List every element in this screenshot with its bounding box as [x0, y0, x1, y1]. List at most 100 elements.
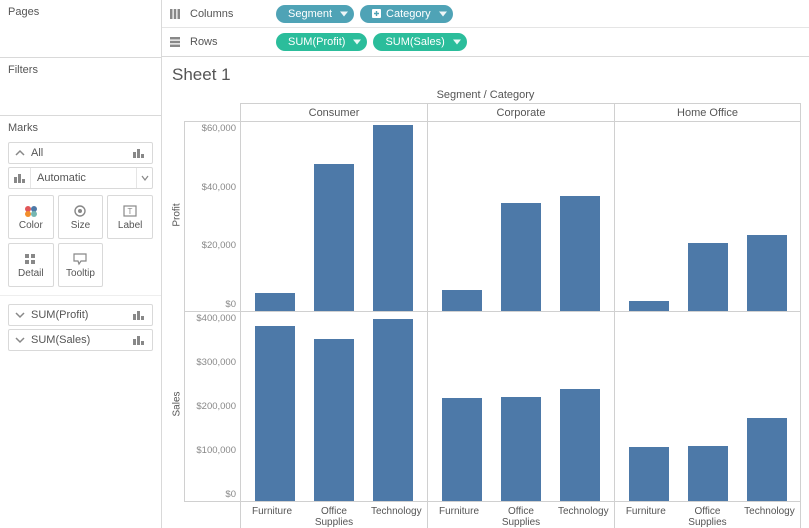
y-axis-titles: Profit Sales	[170, 103, 184, 528]
bar[interactable]	[255, 293, 295, 311]
viz-area: Sheet 1 Segment / Category Profit Sales	[162, 57, 809, 528]
chart-panel[interactable]	[240, 122, 427, 311]
columns-pills: Segment Category	[276, 5, 453, 23]
axis-tick: $20,000	[185, 241, 236, 251]
color-button[interactable]: Color	[8, 195, 54, 239]
marks-all-label: All	[31, 147, 132, 159]
bar[interactable]	[501, 397, 541, 501]
chart-panel[interactable]	[240, 312, 427, 501]
x-group: Furniture Office Supplies Technology	[614, 502, 801, 528]
x-labels: FurnitureOffice SuppliesTechnologyFurnit…	[184, 501, 801, 528]
dropdown-arrow-icon	[136, 168, 152, 188]
bars-icon	[132, 334, 146, 346]
x-group: Furniture Office Supplies Technology	[240, 502, 427, 528]
bars-icon	[9, 168, 31, 188]
chart-panel[interactable]	[614, 122, 801, 311]
marks-all-row[interactable]: All	[8, 142, 153, 164]
bar[interactable]	[314, 164, 354, 311]
main-area: Columns Segment Category	[162, 0, 809, 528]
x-label[interactable]: Office Supplies	[309, 506, 359, 528]
x-label[interactable]: Furniture	[621, 506, 671, 528]
pill-label: SUM(Profit)	[288, 36, 345, 48]
sheet-title[interactable]: Sheet 1	[172, 65, 801, 85]
tooltip-label: Tooltip	[66, 268, 95, 279]
profit-axis: $60,000$40,000$20,000$0	[184, 122, 240, 311]
bar[interactable]	[560, 389, 600, 501]
size-label: Size	[71, 220, 90, 231]
x-label[interactable]: Office Supplies	[496, 506, 546, 528]
bar[interactable]	[442, 398, 482, 501]
pill-category[interactable]: Category	[360, 5, 453, 23]
bar[interactable]	[688, 243, 728, 311]
marks-card: Marks All Automatic	[0, 116, 161, 528]
columns-shelf[interactable]: Columns Segment Category	[162, 0, 809, 28]
bar[interactable]	[747, 235, 787, 311]
x-label[interactable]: Technology	[558, 506, 608, 528]
chevron-down-icon	[15, 335, 25, 345]
bar[interactable]	[373, 125, 413, 311]
columns-icon	[168, 8, 182, 20]
detail-label: Detail	[18, 268, 44, 279]
pill-sum-profit[interactable]: SUM(Profit)	[276, 33, 367, 51]
x-label[interactable]: Furniture	[247, 506, 297, 528]
pill-segment[interactable]: Segment	[276, 5, 354, 23]
bar[interactable]	[629, 301, 669, 312]
x-label[interactable]: Office Supplies	[682, 506, 732, 528]
rows-label: Rows	[190, 36, 268, 48]
x-label[interactable]: Furniture	[434, 506, 484, 528]
measure-label: SUM(Profit)	[31, 309, 132, 321]
dropdown-arrow-icon	[453, 40, 461, 45]
y-axis-sales-label: Sales	[172, 391, 183, 416]
side-panel: Pages Filters Marks All	[0, 0, 162, 528]
bars-icon	[132, 147, 146, 159]
chart-panel[interactable]	[427, 312, 614, 501]
marks-measure-sales[interactable]: SUM(Sales)	[8, 329, 153, 351]
bar[interactable]	[314, 339, 354, 501]
axis-tick: $60,000	[185, 124, 236, 134]
marktype-select[interactable]: Automatic	[8, 167, 153, 189]
pill-label: SUM(Sales)	[385, 36, 444, 48]
pill-sum-sales[interactable]: SUM(Sales)	[373, 33, 466, 51]
sales-axis: $400,000$300,000$200,000$100,000$0	[184, 312, 240, 501]
segment-consumer[interactable]: Consumer	[240, 103, 427, 121]
shelves: Columns Segment Category	[162, 0, 809, 57]
size-button[interactable]: Size	[58, 195, 104, 239]
bar[interactable]	[629, 447, 669, 501]
segment-corporate[interactable]: Corporate	[427, 103, 614, 121]
axis-tick: $0	[185, 300, 236, 310]
bar[interactable]	[747, 418, 787, 501]
segment-header: Consumer Corporate Home Office	[184, 103, 801, 121]
columns-label: Columns	[190, 8, 268, 20]
tooltip-button[interactable]: Tooltip	[58, 243, 104, 287]
segment-home-office[interactable]: Home Office	[614, 103, 801, 121]
filters-card[interactable]: Filters	[0, 58, 161, 116]
chart-panel[interactable]	[427, 122, 614, 311]
chart-panel[interactable]	[614, 312, 801, 501]
rows-shelf[interactable]: Rows SUM(Profit) SUM(Sales)	[162, 28, 809, 56]
bar[interactable]	[688, 446, 728, 501]
x-group: Furniture Office Supplies Technology	[427, 502, 614, 528]
chart-area: Profit Sales Consumer Corporate Home Off…	[170, 103, 801, 528]
marks-measure-profit[interactable]: SUM(Profit)	[8, 304, 153, 326]
x-label[interactable]: Technology	[744, 506, 794, 528]
divider	[0, 295, 161, 296]
plot-rows: $60,000$40,000$20,000$0 $400,000$300,000…	[184, 121, 801, 501]
label-label: Label	[118, 220, 142, 231]
dropdown-arrow-icon	[340, 11, 348, 16]
chevron-up-icon	[15, 148, 25, 158]
bar[interactable]	[255, 326, 295, 502]
detail-button[interactable]: Detail	[8, 243, 54, 287]
label-button[interactable]: T Label	[107, 195, 153, 239]
bar[interactable]	[501, 203, 541, 311]
axis-tick: $0	[185, 490, 236, 500]
sales-row: $400,000$300,000$200,000$100,000$0	[184, 311, 801, 501]
axis-tick: $100,000	[185, 446, 236, 456]
x-label[interactable]: Technology	[371, 506, 421, 528]
bar[interactable]	[442, 290, 482, 311]
bar[interactable]	[373, 319, 413, 501]
pages-card[interactable]: Pages	[0, 0, 161, 58]
bar[interactable]	[560, 196, 600, 312]
chevron-down-icon	[15, 310, 25, 320]
pill-label: Category	[386, 8, 431, 20]
marks-title: Marks	[8, 122, 153, 136]
